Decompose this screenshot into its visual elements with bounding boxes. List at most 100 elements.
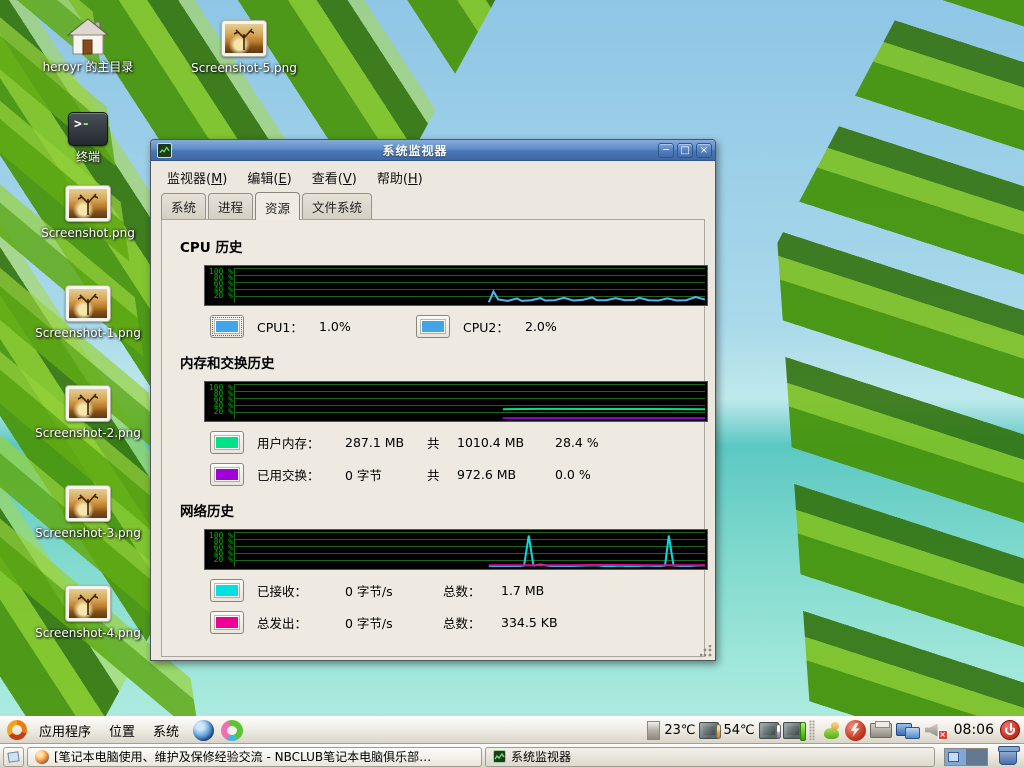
lightning-icon <box>851 723 860 737</box>
cpu2-label: CPU2： <box>463 317 519 336</box>
terminal-icon: >- <box>68 112 108 146</box>
cpu2-legend: CPU2： 2.0% <box>416 315 622 338</box>
show-desktop-icon <box>7 751 19 762</box>
desktop-icon-screenshot3[interactable]: Screenshot-3.png <box>28 485 148 541</box>
thermometer-icon <box>776 724 781 739</box>
taskbar-window-firefox[interactable]: [笔记本电脑使用、维护及保修经验交流 - NBCLUB笔记本电脑俱乐部… <box>27 747 482 767</box>
user-switcher-icon[interactable] <box>821 721 841 740</box>
swap-legend-row: 已用交换： 0 字节 共 972.6 MB 0.0 % <box>210 463 704 486</box>
menu-edit[interactable]: 编辑(E) <box>237 165 301 190</box>
image-thumbnail-icon <box>65 385 111 422</box>
desktop-icon-screenshot2[interactable]: Screenshot-2.png <box>28 385 148 441</box>
network-history-graph: 100 %80 %60 %40 %20 % <box>204 529 708 570</box>
tab-processes[interactable]: 进程 <box>208 193 253 219</box>
memory-plot-area <box>234 384 705 419</box>
applications-menu[interactable]: 应用程序 <box>30 717 100 744</box>
memory-legend-row: 用户内存： 287.1 MB 共 1010.4 MB 28.4 % <box>210 431 704 454</box>
clock[interactable]: 08:06 <box>954 722 994 738</box>
cpu2-color-button[interactable] <box>416 315 450 338</box>
desktop-icon-label: heroyr 的主目录 <box>43 60 134 74</box>
memory-history-heading: 内存和交换历史 <box>180 352 704 372</box>
home-folder-icon <box>66 18 110 56</box>
desktop-icon-label: 终端 <box>76 150 100 164</box>
window-title: 系统监视器 <box>175 142 655 159</box>
menu-bar: 监视器(M) 编辑(E) 查看(V) 帮助(H) <box>151 161 715 193</box>
volume-muted-icon[interactable]: × <box>924 721 948 740</box>
image-thumbnail-icon <box>65 285 111 322</box>
memory-color-button[interactable] <box>210 431 244 454</box>
distro-logo-icon[interactable] <box>7 720 27 740</box>
system-monitor-window: 系统监视器 ─ □ × 监视器(M) 编辑(E) 查看(V) 帮助(H) 系统 … <box>150 139 716 661</box>
menu-help[interactable]: 帮助(H) <box>367 165 433 190</box>
system-menu[interactable]: 系统 <box>144 717 188 744</box>
cpu1-color-button[interactable] <box>210 315 244 338</box>
desktop-icon-screenshot4[interactable]: Screenshot-4.png <box>28 585 148 641</box>
workspace-1[interactable] <box>945 749 966 765</box>
desktop-icon-home[interactable]: heroyr 的主目录 <box>28 18 148 75</box>
memory-total-label: 共 <box>427 433 457 452</box>
system-monitor-icon <box>493 750 506 763</box>
cpu-plot-area <box>234 268 705 303</box>
received-color-button[interactable] <box>210 579 244 602</box>
desktop-icon-terminal[interactable]: >- 终端 <box>28 112 148 165</box>
printer-icon[interactable] <box>870 723 892 738</box>
desktop-icon-screenshot1[interactable]: Screenshot-1.png <box>28 285 148 341</box>
close-button[interactable]: × <box>696 143 712 158</box>
tab-filesystems[interactable]: 文件系统 <box>302 193 372 219</box>
taskbar-window-sysmon[interactable]: 系统监视器 <box>485 747 935 767</box>
image-thumbnail-icon <box>65 585 111 622</box>
swap-total-value: 972.6 MB <box>457 467 555 482</box>
tray-handle[interactable] <box>809 720 815 740</box>
sent-label: 总发出： <box>257 613 345 632</box>
network-monitor-icon[interactable] <box>896 721 920 740</box>
desktop-icon-screenshot5[interactable]: Screenshot-5.png <box>184 20 304 76</box>
memory-history-graph: 100 %80 %60 %40 %20 % <box>204 381 708 422</box>
shutdown-button-icon[interactable] <box>1000 720 1020 740</box>
firefox-icon <box>35 750 49 764</box>
received-legend-row: 已接收： 0 字节/s 总数： 1.7 MB <box>210 579 704 602</box>
system-monitor-icon <box>157 143 172 158</box>
minimize-button[interactable]: ─ <box>658 143 674 158</box>
trash-applet-icon[interactable] <box>999 748 1017 765</box>
cpu-history-heading: CPU 历史 <box>180 236 704 256</box>
resources-tab-content: CPU 历史 100 %80 %60 %40 %20 % CPU1： 1.0% … <box>161 219 705 657</box>
y-axis-labels: 100 %80 %60 %40 %20 % <box>205 382 234 421</box>
tab-system[interactable]: 系统 <box>161 193 206 219</box>
cpu-history-graph: 100 %80 %60 %40 %20 % <box>204 265 708 306</box>
sent-color-button[interactable] <box>210 611 244 634</box>
swap-used-value: 0 字节 <box>345 465 427 484</box>
maximize-button[interactable]: □ <box>677 143 693 158</box>
y-axis-labels: 100 %80 %60 %40 %20 % <box>205 530 234 569</box>
swap-percent: 0.0 % <box>555 467 615 482</box>
desktop-icon-label: Screenshot.png <box>41 226 135 240</box>
temperature-1: 23℃ <box>664 723 695 738</box>
window-resize-grip[interactable] <box>700 645 712 657</box>
window-titlebar[interactable]: 系统监视器 ─ □ × <box>151 140 715 161</box>
cpufreq-chip-icon[interactable] <box>783 722 803 739</box>
menu-view[interactable]: 查看(V) <box>302 165 367 190</box>
cpu1-value: 1.0% <box>319 319 351 334</box>
sent-legend-row: 总发出： 0 字节/s 总数： 334.5 KB <box>210 611 704 634</box>
places-menu[interactable]: 位置 <box>100 717 144 744</box>
image-thumbnail-icon <box>65 485 111 522</box>
memory-percent: 28.4 % <box>555 435 615 450</box>
desktop-effects-launcher-icon[interactable] <box>221 720 243 741</box>
mute-badge: × <box>938 730 948 740</box>
received-rate: 0 字节/s <box>345 581 443 600</box>
desktop-icon-label: Screenshot-1.png <box>35 326 141 340</box>
network-plot-area <box>234 532 705 567</box>
browser-launcher-icon[interactable] <box>193 720 214 741</box>
received-total-label: 总数： <box>443 581 501 600</box>
power-manager-icon[interactable] <box>845 720 866 741</box>
desktop-icon-screenshot[interactable]: Screenshot.png <box>28 185 148 241</box>
show-desktop-button[interactable] <box>3 747 24 767</box>
received-label: 已接收： <box>257 581 345 600</box>
workspace-2[interactable] <box>966 749 987 765</box>
cpu1-label: CPU1： <box>257 317 313 336</box>
load-meter-applet[interactable] <box>647 721 660 740</box>
tab-resources[interactable]: 资源 <box>255 192 300 220</box>
menu-monitor[interactable]: 监视器(M) <box>157 165 237 190</box>
taskbar-window-title: 系统监视器 <box>511 748 571 765</box>
desktop-icon-label: Screenshot-4.png <box>35 626 141 640</box>
swap-color-button[interactable] <box>210 463 244 486</box>
